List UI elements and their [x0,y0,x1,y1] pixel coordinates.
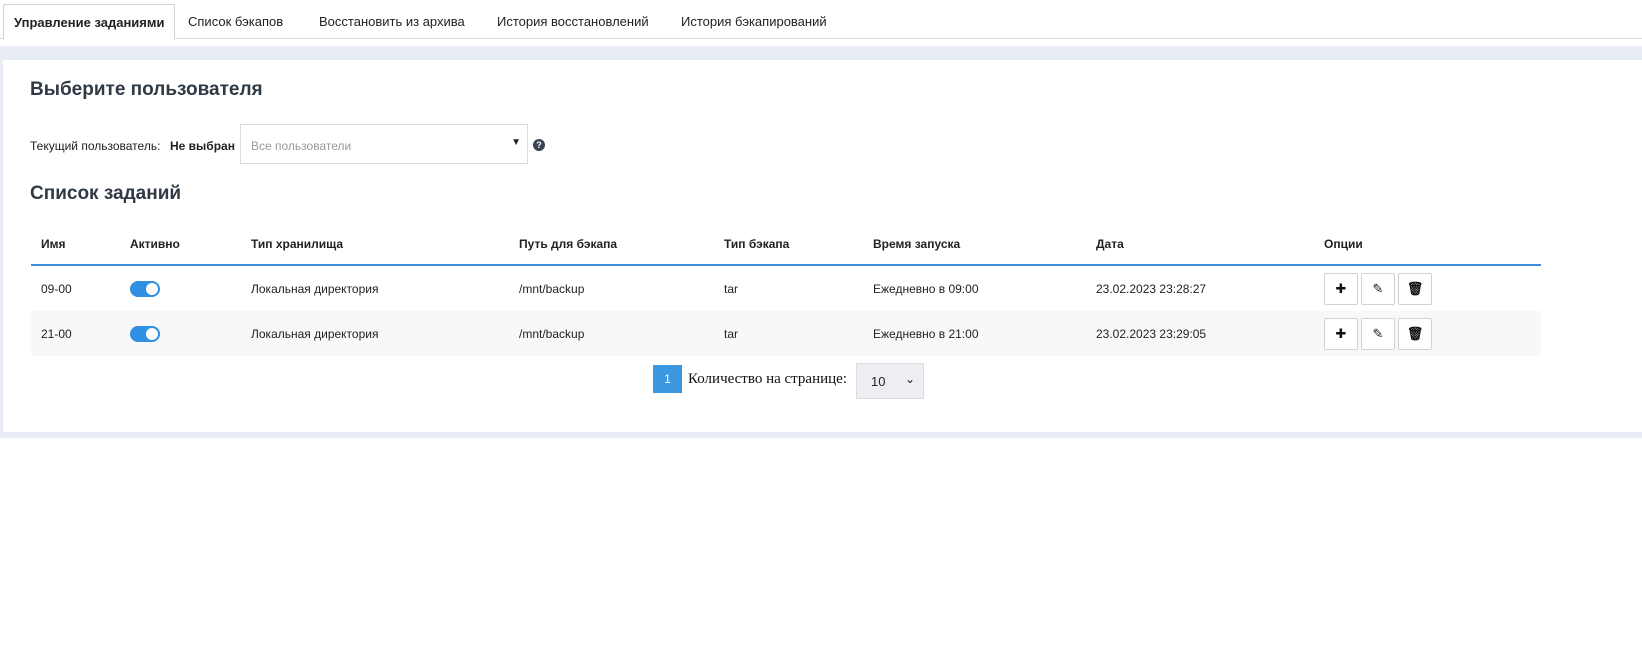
caret-down-icon: ▼ [511,137,521,148]
user-select-placeholder: Все пользователи [251,139,352,153]
job-storage: Локальная директория [241,311,509,356]
job-options: ✚ ✎ 🗑 [1314,265,1541,311]
tab-backup-history[interactable]: История бэкапирований [681,0,827,39]
plus-icon: ✚ [1335,280,1347,296]
tab-restore-from-archive[interactable]: Восстановить из архива [319,0,465,39]
job-options: ✚ ✎ 🗑 [1314,311,1541,356]
job-active-cell [120,311,241,356]
tab-job-management[interactable]: Управление заданиями [3,4,176,40]
current-user-value: Не выбран [170,139,235,153]
plus-icon: ✚ [1335,325,1347,341]
panel-bottom-stripe [0,432,1642,438]
column-header-backup-type: Тип бэкапа [714,224,863,266]
add-button[interactable]: ✚ [1324,272,1358,305]
active-toggle[interactable] [130,325,160,342]
main-panel: Выберите пользователя Текущий пользовате… [3,60,1642,432]
column-header-options: Опции [1314,224,1541,266]
pencil-icon: ✎ [1372,325,1384,341]
current-user-label: Текущий пользователь: [30,139,161,153]
edit-button[interactable]: ✎ [1361,317,1395,350]
edit-button[interactable]: ✎ [1361,272,1395,305]
column-header-date: Дата [1086,224,1314,266]
tab-backup-list[interactable]: Список бэкапов [188,0,283,39]
job-active-cell [120,265,241,311]
column-header-path: Путь для бэкапа [509,224,714,266]
per-page-label: Количество на странице: [688,371,847,387]
table-header-row: Имя Активно Тип хранилища Путь для бэкап… [31,224,1541,266]
tab-restore-history[interactable]: История восстановлений [497,0,649,39]
active-toggle[interactable] [130,280,160,297]
trash-icon: 🗑 [1406,325,1424,341]
delete-button[interactable]: 🗑 [1398,272,1432,305]
table-row: 21-00 Локальная директория /mnt/backup t… [31,311,1541,356]
per-page-select[interactable]: 10 ⌄ [856,363,924,399]
job-type: tar [714,311,863,356]
chevron-down-icon: ⌄ [904,372,915,386]
job-path: /mnt/backup [509,311,714,356]
job-name: 21-00 [31,311,120,356]
job-storage: Локальная директория [251,281,379,296]
jobs-section-title: Список заданий [30,183,182,204]
job-date: 23.02.2023 23:29:05 [1086,311,1314,356]
pencil-icon: ✎ [1372,280,1384,296]
column-header-active: Активно [120,224,241,266]
jobs-table: Имя Активно Тип хранилища Путь для бэкап… [31,224,1541,356]
per-page-value: 10 [871,374,886,389]
user-section-title: Выберите пользователя [30,79,263,100]
job-date: 23.02.2023 23:28:27 [1096,281,1207,296]
column-header-schedule: Время запуска [863,224,1086,266]
tab-bar: Управление заданиями Список бэкапов Восс… [0,0,1642,40]
user-select[interactable]: Все пользователи ▼ [240,124,528,164]
job-schedule: Ежедневно в 09:00 [873,281,979,296]
job-schedule: Ежедневно в 21:00 [863,311,1086,356]
page-button-1[interactable]: 1 [653,365,682,393]
add-button[interactable]: ✚ [1324,317,1358,350]
table-row: 09-00 Локальная директория /mnt/backup t… [31,265,1541,311]
column-header-storage: Тип хранилища [241,224,509,266]
job-path: /mnt/backup [519,281,585,296]
delete-button[interactable]: 🗑 [1398,317,1432,350]
column-header-name: Имя [31,224,120,266]
trash-icon: 🗑 [1406,280,1424,296]
job-type: tar [724,281,739,296]
question-circle-icon[interactable]: ? [533,139,545,151]
header-stripe [0,46,1642,60]
job-name: 09-00 [41,281,72,296]
